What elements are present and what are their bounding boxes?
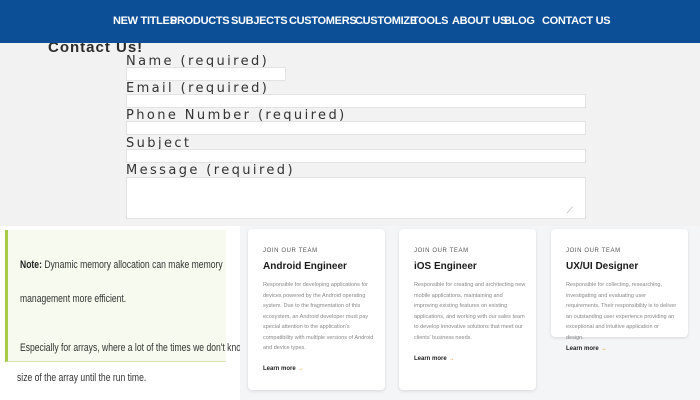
learn-more-label: Learn more [566, 346, 599, 352]
arrow-right-icon: → [448, 356, 455, 362]
nav-item-label: PRODUCTS [170, 15, 230, 27]
message-textarea[interactable]: ⟋ [126, 177, 586, 219]
card-eyebrow: JOIN OUR TEAM [263, 248, 318, 254]
card-eyebrow: JOIN OUR TEAM [414, 248, 469, 254]
nav-item-label: CUSTOMIZE [355, 15, 417, 27]
learn-more-link[interactable]: Learn more → [414, 356, 455, 362]
job-card-android: JOIN OUR TEAM Android Engineer Responsib… [248, 229, 385, 390]
note-section: Note: Dynamic memory allocation can make… [0, 226, 262, 400]
job-card-ios: JOIN OUR TEAM iOS Engineer Responsible f… [399, 229, 536, 390]
card-description: Responsible for collecting, researching,… [566, 282, 677, 341]
job-openings: JOIN OUR TEAM Android Engineer Responsib… [240, 226, 700, 400]
nav-item-label: CONTACT US [542, 15, 611, 27]
nav-item-label: CUSTOMERS [289, 15, 357, 27]
message-label: Message (required) [126, 163, 295, 178]
card-title: UX/UI Designer [566, 261, 639, 272]
card-title: iOS Engineer [414, 261, 477, 272]
phone-field[interactable] [126, 121, 586, 135]
contact-form: Contact Us! Name (required) Email (requi… [0, 43, 700, 226]
arrow-right-icon: → [600, 346, 607, 352]
nav-item-label: BLOG [504, 15, 535, 27]
nav-item-label: TOOLS [412, 15, 449, 27]
learn-more-label: Learn more [263, 366, 296, 372]
card-title: Android Engineer [263, 261, 347, 272]
note-text-1: Dynamic memory allocation can make memor… [44, 259, 223, 271]
nav-item-products[interactable]: PRODUCTS ⌄ [170, 15, 239, 27]
card-description: Responsible for developing applications … [263, 282, 374, 351]
nav-item-label: SUBJECTS [231, 15, 288, 27]
note-line-3: Especially for arrays, where a lot of th… [20, 342, 262, 354]
email-field[interactable] [126, 94, 586, 108]
nav-item-blog[interactable]: BLOG [504, 15, 535, 27]
learn-more-label: Learn more [414, 356, 447, 362]
nav-item-customize[interactable]: CUSTOMIZE [355, 15, 417, 27]
card-eyebrow: JOIN OUR TEAM [566, 248, 621, 254]
note-line-4: size of the array until the run time. [17, 372, 147, 384]
nav-item-new-titles[interactable]: NEW TITLES [113, 15, 177, 27]
note-callout: Note: Dynamic memory allocation can make… [5, 230, 262, 362]
job-card-uxui: JOIN OUR TEAM UX/UI Designer Responsible… [551, 229, 688, 352]
note-line-1: Note: Dynamic memory allocation can make… [20, 259, 223, 271]
resize-handle-icon[interactable]: ⟋ [567, 205, 573, 216]
note-label: Note: [20, 259, 42, 271]
nav-item-label: NEW TITLES [113, 15, 177, 27]
nav-item-about-us[interactable]: ABOUT US [452, 15, 507, 27]
nav-item-contact-us[interactable]: CONTACT US [542, 15, 611, 27]
top-navigation-bar: NEW TITLES PRODUCTS ⌄ SUBJECTS ⌄ CUSTOMERS ⌄ CU… [0, 0, 700, 43]
subject-field[interactable] [126, 149, 586, 163]
nav-item-tools[interactable]: TOOLS [412, 15, 449, 27]
nav-item-subjects[interactable]: SUBJECTS ⌄ [231, 15, 297, 27]
learn-more-link[interactable]: Learn more → [566, 346, 607, 352]
nav-item-label: ABOUT US [452, 15, 508, 27]
name-field[interactable] [126, 67, 286, 81]
nav-menu: NEW TITLES PRODUCTS ⌄ SUBJECTS ⌄ CUSTOMERS ⌄ CU… [0, 0, 700, 43]
learn-more-link[interactable]: Learn more → [263, 366, 304, 372]
card-description: Responsible for creating and architectin… [414, 282, 526, 341]
arrow-right-icon: → [297, 366, 304, 372]
note-line-2: management more efficient. [20, 293, 127, 305]
